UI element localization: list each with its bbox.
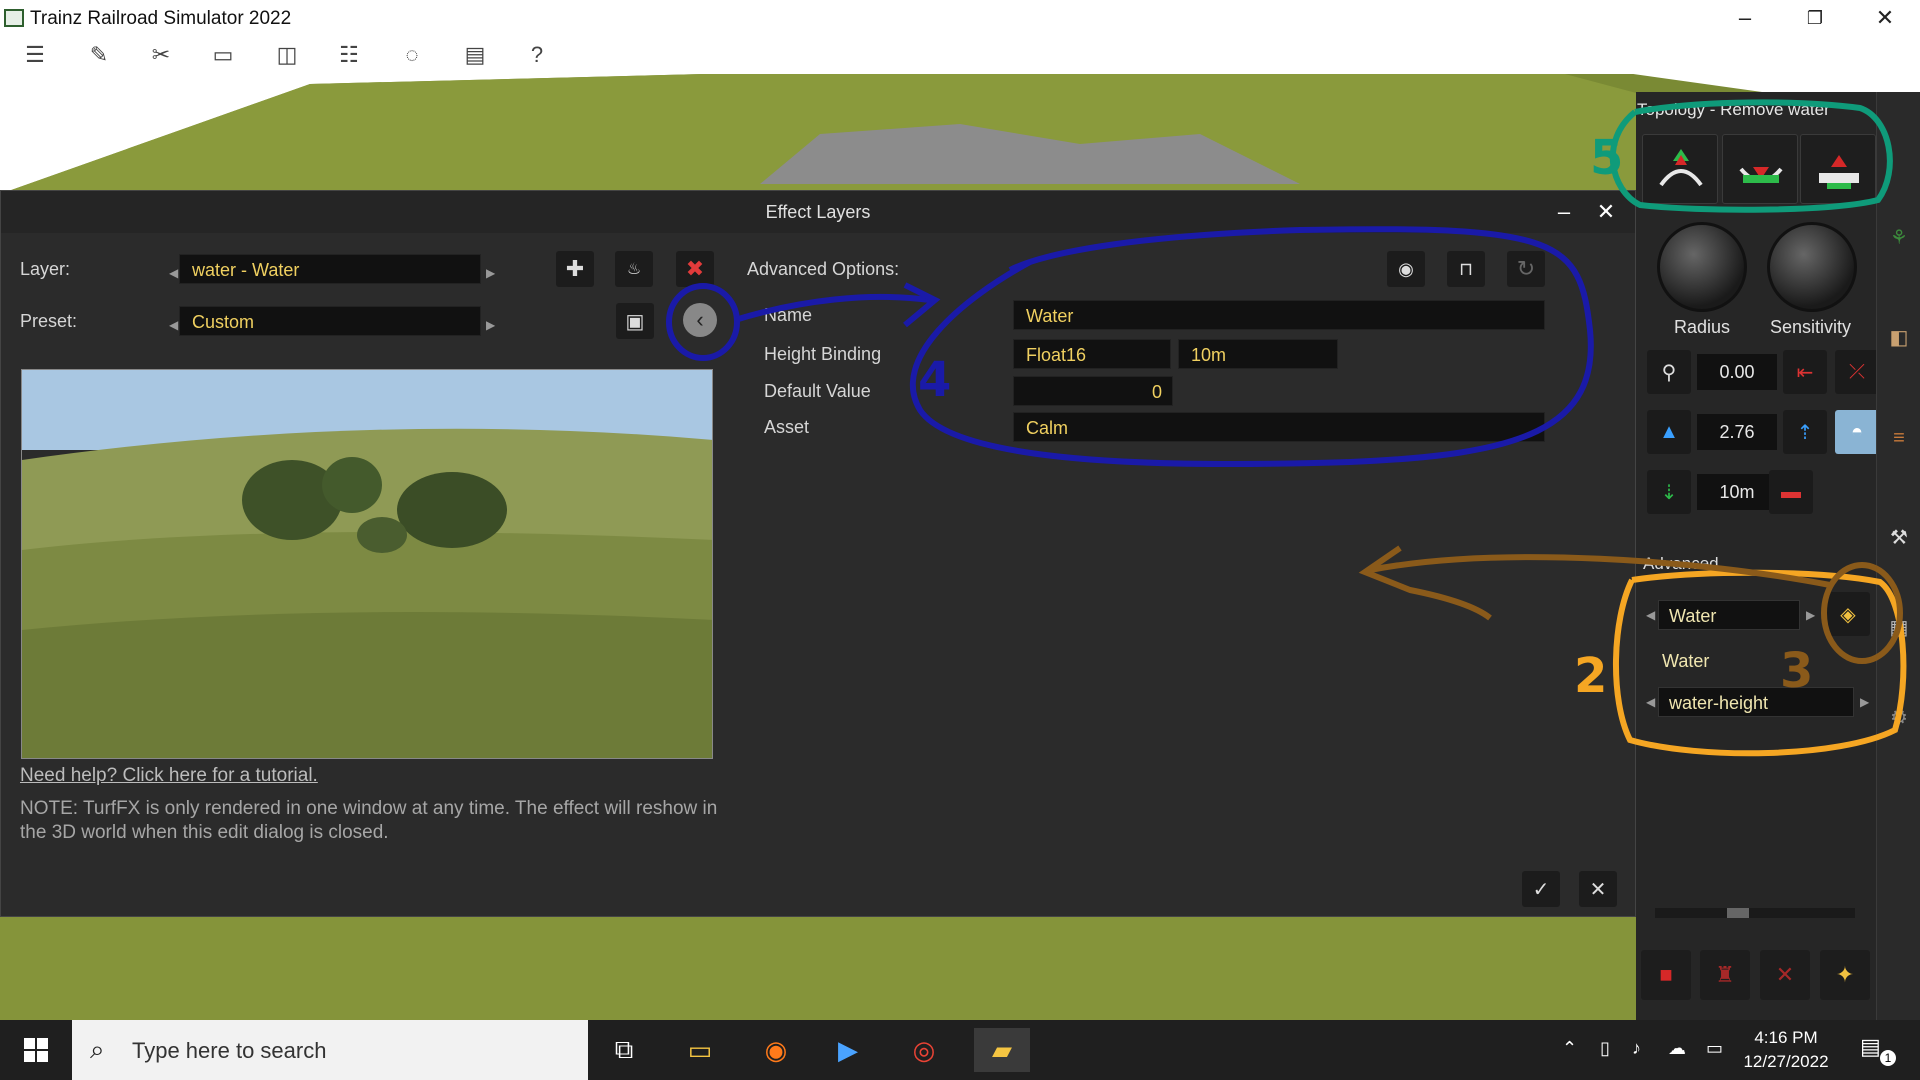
task-view-icon[interactable]: ⧉ (600, 1028, 648, 1072)
annotation-overlay (666, 99, 1907, 757)
taskbar: ⌕ Type here to search ⧉ ▭ ◉ ▶ ◎ ▰ ⌃ ▯ ♪ … (0, 1020, 1920, 1080)
search-placeholder: Type here to search (132, 1038, 327, 1063)
onedrive-icon[interactable]: ☁ (1668, 1038, 1686, 1059)
volume-icon[interactable]: ♪ (1632, 1038, 1641, 1059)
clock-time: 4:16 PM (1754, 1028, 1818, 1047)
notification-badge: 1 (1880, 1050, 1896, 1066)
taskbar-search[interactable]: ⌕ Type here to search (72, 1020, 588, 1080)
notification-icon[interactable]: ▤ (1860, 1034, 1881, 1060)
taskbar-clock[interactable]: 4:16 PM 12/27/2022 (1742, 1026, 1830, 1074)
tray-device-icon[interactable]: ▯ (1600, 1038, 1610, 1059)
media-player-icon[interactable]: ▶ (824, 1028, 872, 1072)
clock-date: 12/27/2022 (1743, 1052, 1829, 1071)
windows-start-icon[interactable] (0, 1020, 72, 1080)
chrome-icon[interactable]: ◎ (900, 1028, 948, 1072)
search-icon: ⌕ (90, 1034, 105, 1064)
network-icon[interactable]: ▭ (1706, 1038, 1723, 1059)
file-explorer-icon[interactable]: ▭ (676, 1028, 724, 1072)
annotation-2: 2 (1574, 648, 1608, 704)
annotation-3: 3 (1780, 643, 1814, 699)
annotation-4: 4 (918, 352, 952, 408)
firefox-icon[interactable]: ◉ (752, 1028, 800, 1072)
annotation-5: 5 (1590, 130, 1624, 186)
tray-chevron-icon[interactable]: ⌃ (1562, 1038, 1577, 1059)
trainz-taskbar-icon[interactable]: ▰ (974, 1028, 1030, 1072)
